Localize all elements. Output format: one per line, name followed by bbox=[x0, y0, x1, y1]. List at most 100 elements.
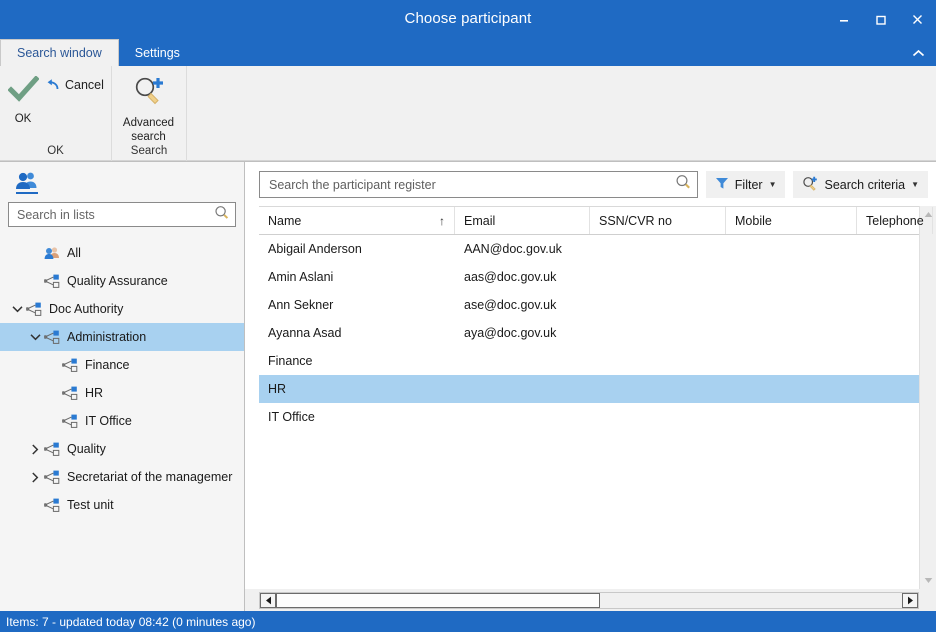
org-unit-icon bbox=[62, 414, 78, 428]
column-header-name[interactable]: Name ↑ bbox=[259, 207, 455, 234]
checkmark-icon bbox=[6, 75, 40, 108]
table-row[interactable]: HR bbox=[259, 375, 919, 403]
tree-item-label: Quality bbox=[67, 442, 106, 456]
tree-item-label: Quality Assurance bbox=[67, 274, 168, 288]
table-row[interactable]: Amin Aslani aas@doc.gov.uk bbox=[259, 263, 919, 291]
table-cell-name: Abigail Anderson bbox=[268, 242, 362, 256]
undo-arrow-icon bbox=[46, 78, 61, 97]
org-unit-icon bbox=[44, 498, 60, 512]
chevron-down-icon: ▼ bbox=[911, 179, 919, 189]
tree-item-it-office[interactable]: IT Office bbox=[0, 407, 244, 435]
tree-item-label: Test unit bbox=[67, 498, 114, 512]
ribbon-group-search-title: Search bbox=[130, 145, 168, 157]
column-header-label: Name bbox=[268, 213, 302, 228]
search-criteria-button[interactable]: Search criteria ▼ bbox=[793, 171, 928, 198]
maximize-button[interactable] bbox=[862, 0, 899, 39]
chevron-up-icon[interactable] bbox=[908, 43, 928, 63]
column-header-label: Email bbox=[464, 213, 496, 228]
participant-grid-wrapper: Name ↑ Email SSN/CVR no Mobile Telephone Abig… bbox=[245, 206, 936, 589]
filter-button[interactable]: Filter ▼ bbox=[705, 171, 786, 198]
horizontal-scroll-thumb[interactable] bbox=[276, 592, 600, 608]
table-row[interactable]: IT Office bbox=[259, 403, 919, 431]
org-unit-icon bbox=[44, 274, 60, 288]
twisty-down-icon[interactable] bbox=[8, 305, 26, 313]
tree-item-secretariat-of-the-managemer[interactable]: Secretariat of the managemer bbox=[0, 463, 244, 491]
column-header-label: Telephone bbox=[866, 213, 924, 228]
window-controls bbox=[825, 0, 936, 39]
search-plus-icon bbox=[802, 176, 818, 194]
table-cell-email: AAN@doc.gov.uk bbox=[464, 242, 562, 256]
contacts-icon bbox=[44, 246, 60, 260]
tab-search-window[interactable]: Search window bbox=[0, 39, 119, 66]
people-icon[interactable] bbox=[10, 165, 44, 199]
table-cell-name: Ann Sekner bbox=[268, 298, 334, 312]
tree-item-label: Finance bbox=[85, 358, 130, 372]
sidebar-tab-indicator bbox=[16, 191, 38, 194]
ribbon-group-search-body: Advanced search bbox=[112, 66, 186, 144]
tree-item-doc-authority[interactable]: Doc Authority bbox=[0, 295, 244, 323]
tree-item-all[interactable]: All bbox=[0, 239, 244, 267]
participant-search-input[interactable] bbox=[269, 177, 675, 192]
table-cell-name: Amin Aslani bbox=[268, 270, 334, 284]
tree-item-label: HR bbox=[85, 386, 104, 400]
ribbon-tab-strip: Search window Settings bbox=[0, 39, 936, 66]
search-icon[interactable] bbox=[675, 174, 691, 195]
tree-item-label: Administration bbox=[67, 330, 147, 344]
table-row[interactable]: Ayanna Asad aya@doc.gov.uk bbox=[259, 319, 919, 347]
status-bar-text: Items: 7 - updated today 08:42 (0 minute… bbox=[6, 614, 256, 629]
choose-participant-window: Choose participant Search window Setting… bbox=[0, 0, 936, 632]
close-button[interactable] bbox=[899, 0, 936, 39]
org-tree: All Quality Assurance Doc Authority Adminis… bbox=[0, 233, 244, 611]
advanced-search-button[interactable]: Advanced search bbox=[112, 70, 185, 144]
table-row[interactable]: Abigail Anderson AAN@doc.gov.uk bbox=[259, 235, 919, 263]
tree-item-label: Secretariat of the managemer bbox=[67, 470, 233, 484]
grid-header: Name ↑ Email SSN/CVR no Mobile Telephone bbox=[259, 207, 933, 235]
org-unit-icon bbox=[44, 470, 60, 484]
ribbon-group-ok-title: OK bbox=[47, 145, 64, 157]
scroll-left-button[interactable] bbox=[260, 592, 276, 608]
tree-item-label: All bbox=[67, 246, 81, 260]
vertical-scroll-track[interactable] bbox=[920, 223, 936, 572]
scroll-down-button[interactable] bbox=[920, 572, 936, 589]
funnel-icon bbox=[715, 176, 729, 193]
window-title: Choose participant bbox=[404, 10, 532, 27]
ribbon-group-ok-body: OK Cancel bbox=[0, 66, 111, 144]
ribbon: OK Cancel OK Advanced search Search bbox=[0, 66, 936, 161]
sidebar-search-box[interactable] bbox=[8, 202, 236, 227]
participant-search-box[interactable] bbox=[259, 171, 698, 198]
tree-item-quality[interactable]: Quality bbox=[0, 435, 244, 463]
tree-item-quality-assurance[interactable]: Quality Assurance bbox=[0, 267, 244, 295]
column-header-mobile[interactable]: Mobile bbox=[726, 207, 857, 234]
horizontal-scrollbar[interactable] bbox=[259, 591, 919, 609]
participant-grid: Name ↑ Email SSN/CVR no Mobile Telephone Abig… bbox=[259, 206, 933, 589]
search-icon[interactable] bbox=[214, 205, 229, 225]
tree-item-hr[interactable]: HR bbox=[0, 379, 244, 407]
filter-button-label: Filter bbox=[734, 177, 763, 192]
vertical-scrollbar[interactable] bbox=[919, 206, 936, 589]
table-cell-email: ase@doc.gov.uk bbox=[464, 298, 557, 312]
main-panel: Filter ▼ Search criteria ▼ bbox=[245, 162, 936, 611]
table-row[interactable]: Ann Sekner ase@doc.gov.uk bbox=[259, 291, 919, 319]
grid-body: Abigail Anderson AAN@doc.gov.uk Amin Aslan… bbox=[259, 235, 919, 589]
org-unit-icon bbox=[26, 302, 42, 316]
table-cell-name: Ayanna Asad bbox=[268, 326, 342, 340]
ribbon-filler bbox=[187, 66, 936, 160]
tree-item-test-unit[interactable]: Test unit bbox=[0, 491, 244, 519]
search-in-lists-input[interactable] bbox=[17, 207, 214, 222]
advanced-search-button-label: Advanced search bbox=[122, 117, 175, 143]
minimize-button[interactable] bbox=[825, 0, 862, 39]
twisty-right-icon[interactable] bbox=[26, 443, 44, 455]
cancel-button[interactable]: Cancel bbox=[46, 70, 104, 144]
column-header-ssn-cvr-no[interactable]: SSN/CVR no bbox=[590, 207, 726, 234]
twisty-down-icon[interactable] bbox=[26, 333, 44, 341]
tree-item-administration[interactable]: Administration bbox=[0, 323, 244, 351]
twisty-right-icon[interactable] bbox=[26, 471, 44, 483]
tab-settings[interactable]: Settings bbox=[119, 39, 196, 66]
tree-item-finance[interactable]: Finance bbox=[0, 351, 244, 379]
table-row[interactable]: Finance bbox=[259, 347, 919, 375]
ok-button[interactable]: OK bbox=[0, 70, 46, 144]
scroll-right-button[interactable] bbox=[902, 592, 918, 608]
column-header-telephone[interactable]: Telephone bbox=[857, 207, 933, 234]
column-header-email[interactable]: Email bbox=[455, 207, 590, 234]
chevron-down-icon: ▼ bbox=[768, 179, 777, 189]
